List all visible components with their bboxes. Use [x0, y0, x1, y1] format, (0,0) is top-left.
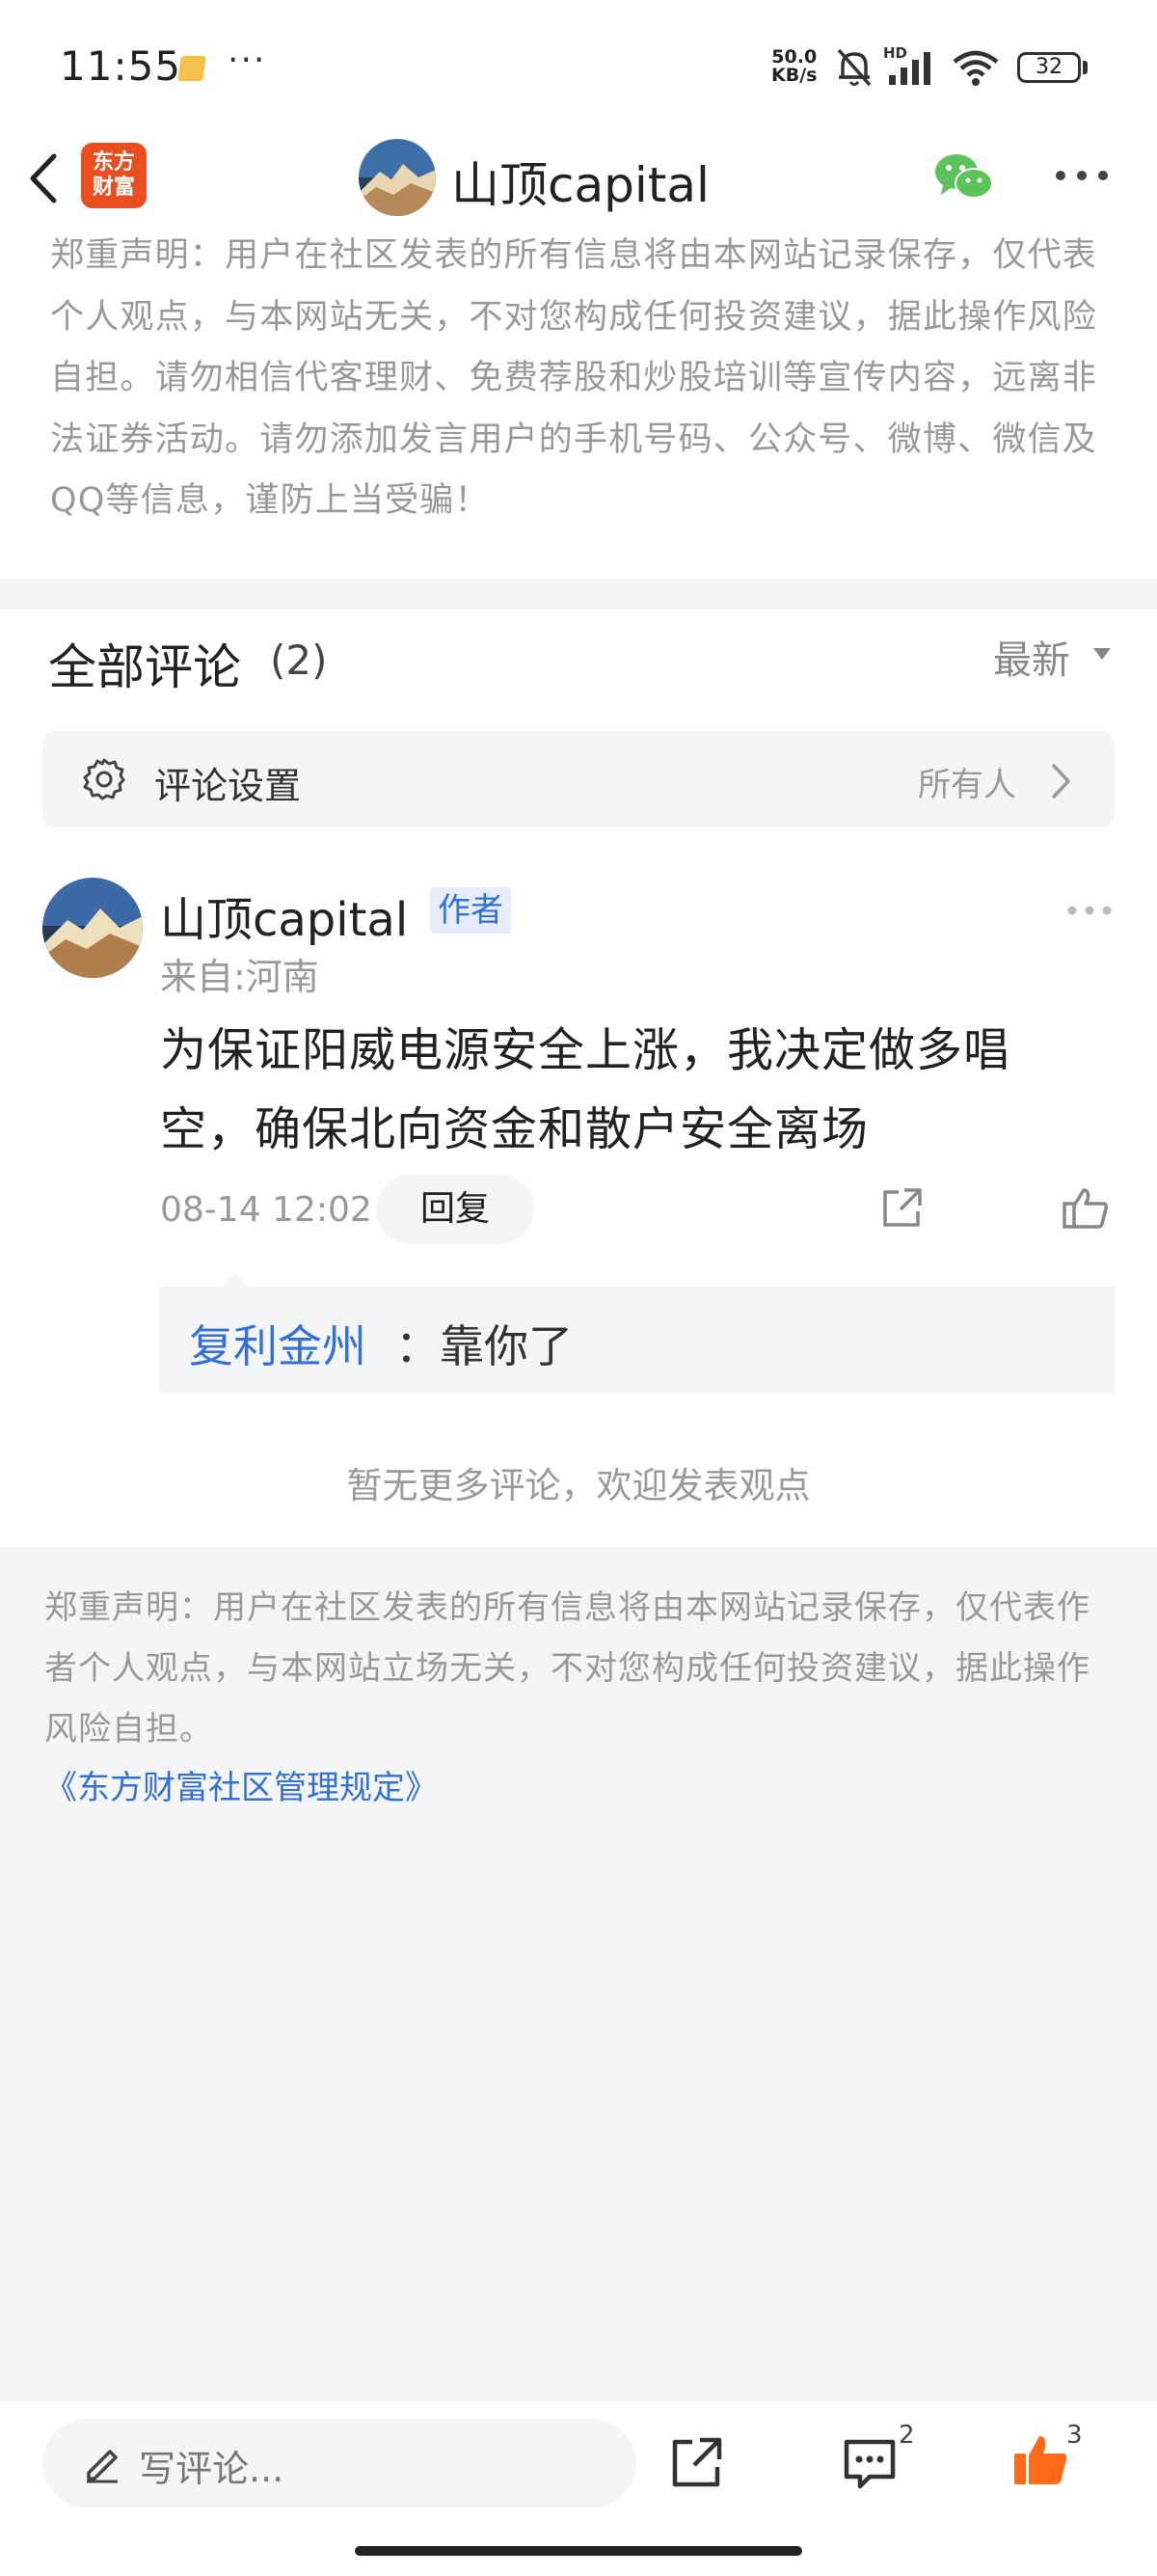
author-badge: 作者: [430, 887, 511, 934]
gear-icon: [83, 758, 125, 800]
mute-bell-icon: [837, 48, 872, 87]
footer-disclaimer: 郑重声明：用户在社区发表的所有信息将由本网站记录保存，仅代表作者个人观点，与本网…: [44, 1588, 1090, 1749]
bottom-share-icon[interactable]: [667, 2434, 725, 2492]
comment-settings-label: 评论设置: [154, 765, 302, 807]
dropdown-triangle-icon: [1093, 648, 1111, 660]
write-comment-placeholder: 写评论...: [139, 2448, 284, 2490]
write-comment-input[interactable]: [42, 2419, 636, 2508]
comment-bubble-icon[interactable]: [841, 2434, 899, 2492]
no-more-comments: 暂无更多评论，欢迎发表观点: [346, 1465, 811, 1506]
notification-icon: [177, 56, 206, 81]
comment-time: 08-14 12:02: [160, 1190, 372, 1230]
reply-text: ：靠你了: [395, 1320, 573, 1372]
battery-icon: [1083, 61, 1088, 74]
comment-text: 为保证阳威电源安全上涨，我决定做多唱空，确保北向资金和散户安全离场: [160, 1023, 1011, 1156]
thumbs-up-icon[interactable]: [1061, 1184, 1111, 1233]
comment-location: 来自:河南: [160, 956, 319, 998]
back-arrow-icon[interactable]: [19, 145, 67, 212]
comment-avatar[interactable]: [42, 878, 143, 978]
like-count-badge: 3: [1066, 2421, 1083, 2450]
status-time: 11:55: [60, 42, 182, 90]
like-icon[interactable]: [1010, 2430, 1070, 2490]
comments-title: 全部评论: [48, 639, 241, 695]
network-speed: 50.0 KB/s: [771, 48, 817, 85]
app-logo[interactable]: 东方 财富: [81, 143, 147, 208]
comments-count: (2): [270, 637, 328, 684]
cellular-signal-icon: [889, 52, 930, 85]
share-icon[interactable]: [877, 1184, 926, 1233]
wechat-share-icon[interactable]: [933, 150, 995, 204]
more-notifications-icon: ···: [228, 41, 267, 80]
comment-settings-value: 所有人: [918, 766, 1016, 804]
header-avatar[interactable]: [359, 139, 436, 216]
network-speed-unit: KB/s: [771, 65, 818, 86]
battery-level: 32: [1017, 52, 1081, 83]
wifi-icon: [953, 50, 999, 86]
chevron-right-icon: [1052, 764, 1070, 799]
app-logo-line1: 东方: [92, 150, 135, 175]
sort-dropdown[interactable]: 最新: [993, 629, 1070, 685]
home-indicator[interactable]: [355, 2546, 802, 2556]
disclaimer-text: 郑重声明：用户在社区发表的所有信息将由本网站记录保存，仅代表个人观点，与本网站无…: [50, 236, 1098, 520]
comment-author-name[interactable]: 山顶capital: [160, 881, 408, 949]
community-rules-link[interactable]: 《东方财富社区管理规定》: [44, 1761, 438, 1808]
reply-author-name[interactable]: 复利金州: [189, 1312, 366, 1375]
pencil-icon: [87, 2450, 118, 2483]
comment-count-badge: 2: [899, 2421, 915, 2450]
header-title: 山顶capital: [451, 157, 710, 213]
reply-button[interactable]: 回复: [376, 1175, 534, 1244]
comment-more-icon[interactable]: [1066, 903, 1113, 918]
app-logo-line2: 财富: [92, 176, 135, 200]
more-options-icon[interactable]: [1055, 164, 1109, 187]
